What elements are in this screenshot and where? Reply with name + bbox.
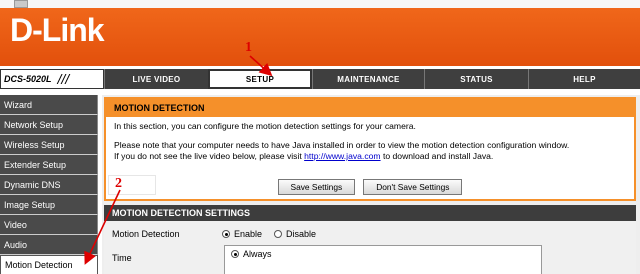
- save-settings-button[interactable]: Save Settings: [277, 179, 356, 195]
- sidebar-item-image-setup[interactable]: Image Setup: [0, 195, 98, 215]
- settings-section-title: MOTION DETECTION SETTINGS: [104, 205, 636, 221]
- enable-radio[interactable]: [222, 230, 230, 238]
- model-slashes: ///: [57, 71, 70, 87]
- tab-help[interactable]: HELP: [528, 69, 640, 89]
- tab-status[interactable]: STATUS: [424, 69, 528, 89]
- motion-detection-label: Motion Detection: [112, 229, 180, 239]
- panel-title: MOTION DETECTION: [106, 99, 634, 117]
- sidebar-item-wireless-setup[interactable]: Wireless Setup: [0, 135, 98, 155]
- enable-label: Enable: [234, 229, 263, 239]
- time-label: Time: [112, 253, 132, 263]
- tab-live-video[interactable]: LIVE VIDEO: [104, 69, 208, 89]
- tab-setup[interactable]: SETUP: [208, 69, 312, 89]
- button-row: Save Settings Don't Save Settings: [106, 179, 634, 195]
- sidebar: Wizard Network Setup Wireless Setup Exte…: [0, 95, 98, 274]
- java-note-line-2: If you do not see the live video below, …: [114, 151, 626, 162]
- motion-detection-panel: MOTION DETECTION In this section, you ca…: [104, 97, 636, 201]
- always-radio[interactable]: [231, 250, 239, 258]
- tab-maintenance[interactable]: MAINTENANCE: [312, 69, 424, 89]
- always-label: Always: [243, 249, 272, 259]
- dlink-logo: D-Link: [10, 12, 105, 48]
- window-control-icon: [14, 0, 28, 8]
- time-options-box: Always: [224, 245, 542, 274]
- sidebar-item-extender-setup[interactable]: Extender Setup: [0, 155, 98, 175]
- annotation-step-2: 2: [115, 176, 122, 191]
- time-row: Time: [112, 253, 222, 263]
- disable-radio[interactable]: [274, 230, 283, 238]
- top-nav: DCS-5020L /// LIVE VIDEO SETUP MAINTENAN…: [0, 69, 640, 89]
- model-badge: DCS-5020L ///: [0, 69, 104, 89]
- motion-detection-row: Motion Detection Enable Disable: [112, 229, 328, 239]
- java-note-line-1: Please note that your computer needs to …: [114, 140, 570, 150]
- java-note: Please note that your computer needs to …: [114, 140, 626, 162]
- dont-save-settings-button[interactable]: Don't Save Settings: [363, 179, 463, 195]
- disable-option[interactable]: Disable: [274, 229, 316, 239]
- java-link[interactable]: http://www.java.com: [304, 151, 380, 161]
- sidebar-item-network-setup[interactable]: Network Setup: [0, 115, 98, 135]
- java-note-suffix: to download and install Java.: [382, 151, 494, 161]
- always-option[interactable]: Always: [231, 249, 272, 259]
- header-banner: D-Link: [0, 0, 640, 66]
- panel-body: In this section, you can configure the m…: [106, 117, 634, 166]
- main-content: MOTION DETECTION In this section, you ca…: [102, 95, 640, 274]
- header-top-stripe: [0, 0, 640, 8]
- sidebar-item-motion-detection[interactable]: Motion Detection: [0, 255, 98, 274]
- java-note-prefix: If you do not see the live video below, …: [114, 151, 302, 161]
- intro-text: In this section, you can configure the m…: [114, 121, 416, 131]
- enable-option[interactable]: Enable: [222, 229, 262, 239]
- sidebar-item-wizard[interactable]: Wizard: [0, 95, 98, 115]
- settings-section: Motion Detection Enable Disable Time Alw…: [104, 221, 636, 274]
- annotation-step-1: 1: [245, 40, 252, 55]
- disable-label: Disable: [286, 229, 317, 239]
- sidebar-item-dynamic-dns[interactable]: Dynamic DNS: [0, 175, 98, 195]
- model-name: DCS-5020L: [4, 74, 52, 84]
- sidebar-item-audio[interactable]: Audio: [0, 235, 98, 255]
- sidebar-item-video[interactable]: Video: [0, 215, 98, 235]
